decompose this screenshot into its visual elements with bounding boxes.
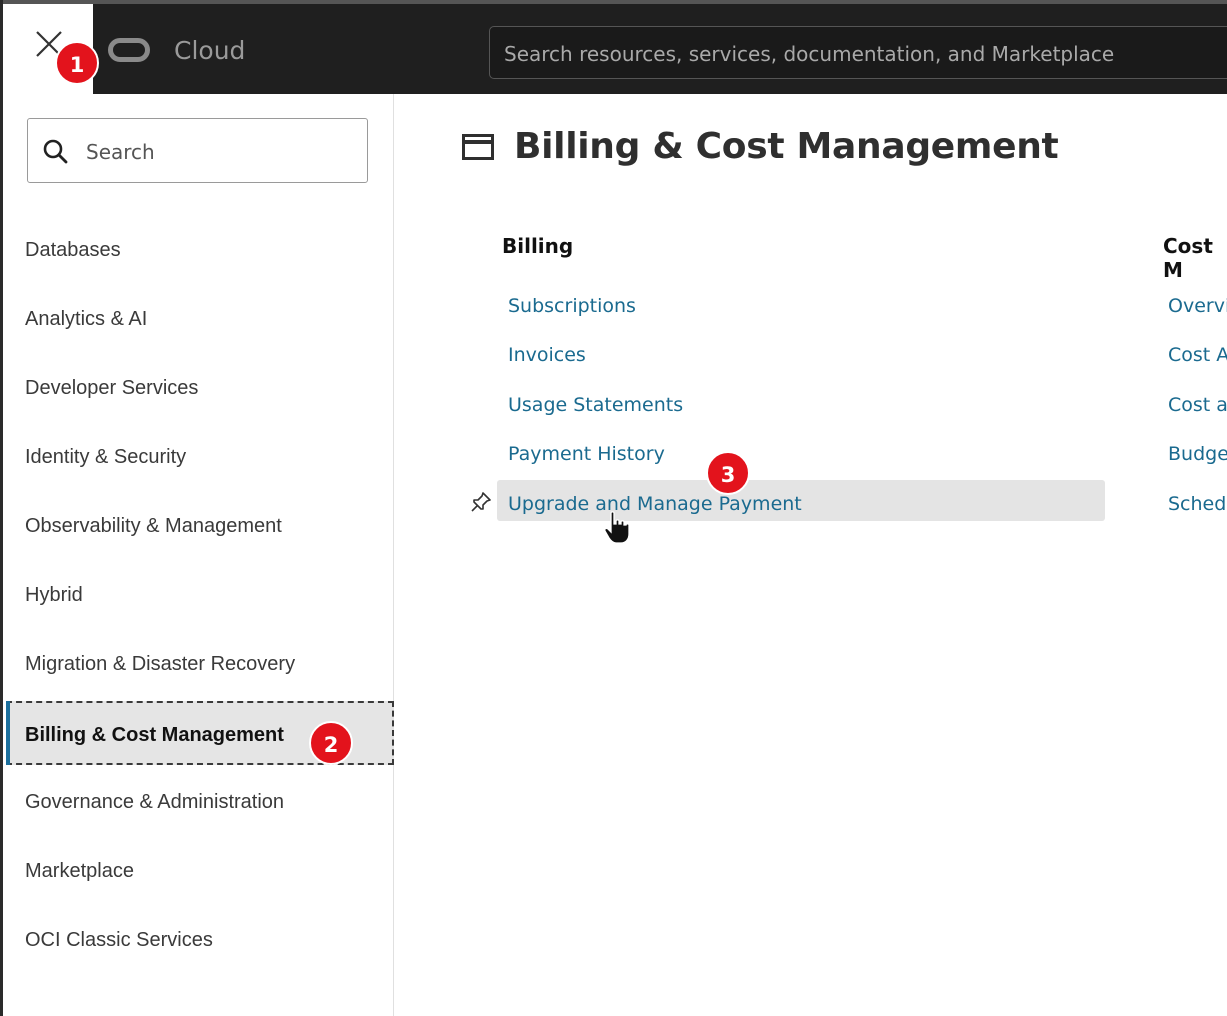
link-cost-and-usage-reports[interactable]: Cost ar [1168, 394, 1227, 416]
window-edge [0, 0, 3, 1016]
brand-name[interactable]: Cloud [174, 36, 245, 65]
link-payment-history[interactable]: Payment History [508, 443, 665, 465]
sidebar-item-identity-security[interactable]: Identity & Security [3, 425, 393, 489]
main-panel: Billing & Cost Management Billing Subscr… [394, 94, 1227, 1016]
global-search-box[interactable] [489, 26, 1227, 80]
sidebar-item-developer-services[interactable]: Developer Services [3, 356, 393, 420]
credit-card-icon [462, 134, 494, 160]
step-badge-2: 2 [309, 721, 353, 765]
step-badge-3: 3 [706, 451, 750, 495]
sidebar-search-input[interactable] [84, 119, 358, 184]
sidebar-search-box[interactable] [27, 118, 368, 184]
sidebar-item-databases[interactable]: Databases [3, 218, 393, 282]
step-badge-1: 1 [55, 41, 99, 85]
oracle-logo-icon[interactable] [108, 38, 150, 62]
sidebar-item-observability-management[interactable]: Observability & Management [3, 494, 393, 558]
link-subscriptions[interactable]: Subscriptions [508, 295, 636, 317]
sidebar-item-migration-disaster-recovery[interactable]: Migration & Disaster Recovery [3, 632, 393, 696]
top-bar: Cloud [0, 0, 1227, 94]
search-icon [43, 139, 68, 164]
link-upgrade-manage-payment[interactable]: Upgrade and Manage Payment [508, 493, 802, 515]
hand-cursor-icon [604, 511, 630, 544]
link-budgets[interactable]: Budge [1168, 443, 1227, 465]
sidebar-item-marketplace[interactable]: Marketplace [3, 839, 393, 903]
link-invoices[interactable]: Invoices [508, 344, 586, 366]
section-heading-cost-management: Cost M [1163, 234, 1213, 282]
navigation-sidebar: Databases Analytics & AI Developer Servi… [3, 94, 394, 1016]
global-search-input[interactable] [502, 27, 1226, 80]
section-heading-billing: Billing [502, 234, 574, 258]
link-usage-statements[interactable]: Usage Statements [508, 394, 683, 416]
link-overview[interactable]: Overvi [1168, 295, 1227, 317]
sidebar-item-governance-administration[interactable]: Governance & Administration [3, 770, 393, 834]
link-cost-analysis[interactable]: Cost A [1168, 344, 1227, 366]
sidebar-item-hybrid[interactable]: Hybrid [3, 563, 393, 627]
page-title: Billing & Cost Management [514, 126, 1059, 167]
link-scheduled-reports[interactable]: Schedu [1168, 493, 1227, 515]
pin-icon[interactable] [470, 491, 492, 513]
sidebar-item-analytics-ai[interactable]: Analytics & AI [3, 287, 393, 351]
sidebar-item-oci-classic-services[interactable]: OCI Classic Services [3, 908, 393, 972]
